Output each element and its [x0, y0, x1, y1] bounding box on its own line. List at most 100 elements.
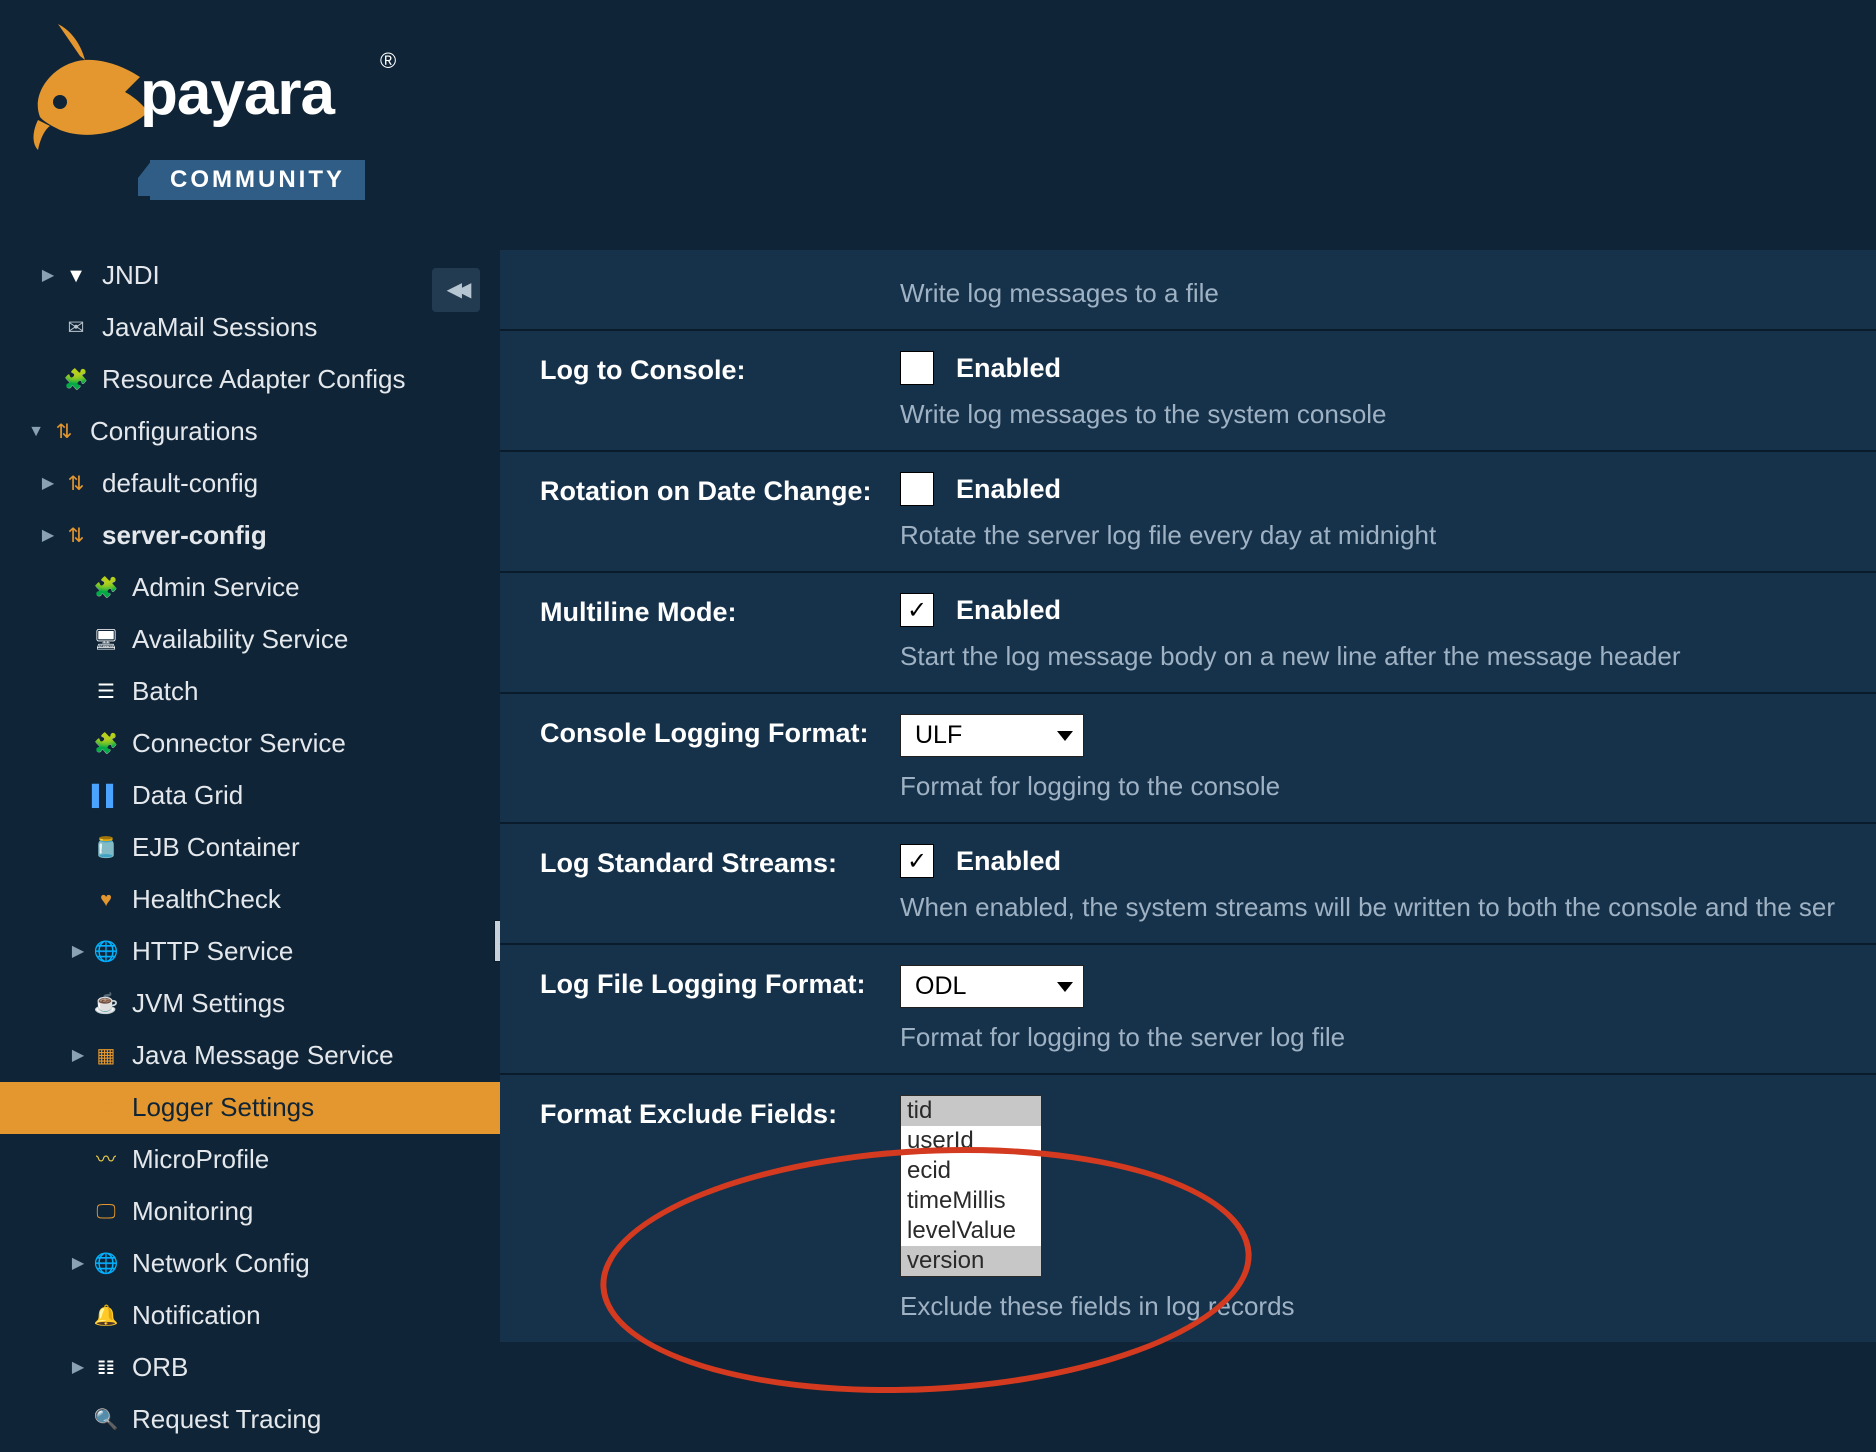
tree-collapsed-icon[interactable]: ▶ — [40, 266, 56, 285]
sidebar-item-jndi[interactable]: ▶▼JNDI — [0, 250, 500, 302]
chevron-double-left-icon: ◀◀ — [447, 278, 466, 302]
sidebar-item-jvm-settings[interactable]: ☕JVM Settings — [0, 978, 500, 1030]
exclude-option-timemillis[interactable]: timeMillis — [901, 1186, 1041, 1216]
setting-row-rotate: Rotation on Date Change:EnabledRotate th… — [500, 450, 1876, 571]
orb-icon: 𝌮 — [92, 1354, 120, 1382]
sidebar-item-configurations[interactable]: ▼⇅Configurations — [0, 406, 500, 458]
sidebar-item-availability-service[interactable]: 🖥Availability Service — [0, 614, 500, 666]
main-content: Write log messages to a fileLog to Conso… — [500, 250, 1876, 1452]
sidebar-item-label: JavaMail Sessions — [102, 312, 317, 343]
sidebar-item-server-config[interactable]: ▶⇅server-config — [0, 510, 500, 562]
sidebar-item-label: Availability Service — [132, 624, 348, 655]
setting-row-console: Log to Console: Enabled Write log messages… — [500, 329, 1876, 450]
funnel-icon: ▼ — [62, 262, 90, 290]
sidebar-item-label: EJB Container — [132, 832, 300, 863]
sidebar-item-connector-service[interactable]: 🧩Connector Service — [0, 718, 500, 770]
setting-row-logtofile: Write log messages to a file — [500, 250, 1876, 329]
sidebar-item-orb[interactable]: ▶𝌮ORB — [0, 1342, 500, 1394]
setting-control: EnabledRotate the server log file every … — [900, 472, 1876, 551]
filefmt-select[interactable]: ODL — [900, 965, 1084, 1008]
sidebar-item-http-service[interactable]: ▶🌐HTTP Service — [0, 926, 500, 978]
sidebar-item-batch[interactable]: ☰Batch — [0, 666, 500, 718]
setting-description: Write log messages to the system console — [900, 399, 1876, 430]
sidebar-item-data-grid[interactable]: ▌▌ Data Grid — [0, 770, 500, 822]
header: payara ® COMMUNITY — [0, 0, 1876, 250]
tree-collapsed-icon[interactable]: ▶ — [70, 1046, 86, 1065]
sidebar-item-network-config[interactable]: ▶ 🌐 Network Config — [0, 1238, 500, 1290]
sidebar-item-logger-settings[interactable]: ▤Logger Settings — [0, 1082, 500, 1134]
enabled-checkbox[interactable] — [900, 472, 934, 506]
brand-name: payara — [140, 58, 334, 129]
sidebar-collapse-button[interactable]: ◀◀ — [432, 268, 480, 312]
sidebar-item-label: Monitoring — [132, 1196, 253, 1227]
setting-control: ODLFormat for logging to the server log … — [900, 965, 1876, 1053]
jms-icon: ▦ — [92, 1042, 120, 1070]
setting-label — [540, 278, 900, 282]
sidebar-item-label: Resource Adapter Configs — [102, 364, 406, 395]
tree-collapsed-icon[interactable]: ▶ — [70, 1358, 86, 1377]
setting-control: ✓EnabledWhen enabled, the system streams… — [900, 844, 1876, 923]
setting-label: Log to Console: — [540, 351, 900, 386]
community-badge: COMMUNITY — [150, 160, 365, 200]
globe-icon: 🌐 — [92, 938, 120, 966]
payara-fish-icon — [30, 22, 150, 152]
tree-collapsed-icon[interactable]: ▶ — [40, 474, 56, 493]
sidebar-item-label: default-config — [102, 468, 258, 499]
tree-collapsed-icon[interactable]: ▶ — [70, 942, 86, 961]
microprofile-icon: 〰 — [92, 1146, 120, 1174]
enabled-label: Enabled — [956, 474, 1061, 505]
search-icon: 🔍 — [92, 1406, 120, 1434]
sidebar-item-label: Data Grid — [132, 780, 243, 811]
sidebar-item-javamail-sessions[interactable]: ✉ JavaMail Sessions — [0, 302, 500, 354]
sidebar-item-default-config[interactable]: ▶ ⇅ default-config — [0, 458, 500, 510]
enabled-label: Enabled — [956, 353, 1061, 384]
sidebar-item-label: MicroProfile — [132, 1144, 269, 1175]
sidebar-item-request-tracing[interactable]: 🔍Request Tracing — [0, 1394, 500, 1446]
sidebar-item-label: Network Config — [132, 1248, 310, 1279]
sidebar-item-monitoring[interactable]: 🖵Monitoring — [0, 1186, 500, 1238]
enabled-checkbox[interactable] — [900, 351, 934, 385]
sidebar-item-label: server-config — [102, 520, 267, 551]
mail-icon: ✉ — [62, 314, 90, 342]
setting-description: Start the log message body on a new line… — [900, 641, 1876, 672]
tree-collapsed-icon[interactable]: ▶ — [70, 1254, 86, 1273]
config-icon: ⇅ — [62, 470, 90, 498]
sidebar-item-resource-adapter-configs[interactable]: 🧩 Resource Adapter Configs — [0, 354, 500, 406]
registered-icon: ® — [380, 48, 396, 74]
setting-description: When enabled, the system streams will be… — [900, 892, 1876, 923]
sidebar-item-label: Batch — [132, 676, 199, 707]
enabled-checkbox[interactable]: ✓ — [900, 844, 934, 878]
confmt-select[interactable]: ULF — [900, 714, 1084, 757]
exclude-option-version[interactable]: version — [901, 1246, 1041, 1276]
exclude-fields-multiselect[interactable]: tiduserIdecidtimeMillislevelValueversion — [900, 1095, 1042, 1277]
sidebar-item-java-message-service[interactable]: ▶▦Java Message Service — [0, 1030, 500, 1082]
exclude-option-ecid[interactable]: ecid — [901, 1156, 1041, 1186]
sidebar: ◀◀ ▶▼JNDI✉JavaMail Sessions🧩Resource Ada… — [0, 250, 500, 1452]
sidebar-item-healthcheck[interactable]: ♥HealthCheck — [0, 874, 500, 926]
exclude-option-tid[interactable]: tid — [901, 1096, 1041, 1126]
brand-logo[interactable]: payara ® COMMUNITY — [30, 10, 430, 210]
bell-icon: 🔔 — [92, 1302, 120, 1330]
enabled-checkbox[interactable]: ✓ — [900, 593, 934, 627]
sidebar-item-ejb-container[interactable]: 🫙EJB Container — [0, 822, 500, 874]
setting-label: Rotation on Date Change: — [540, 472, 900, 507]
heart-icon: ♥ — [92, 886, 120, 914]
chevron-down-icon — [1057, 731, 1073, 741]
grid-icon: ▌▌ — [92, 782, 120, 810]
exclude-option-userid[interactable]: userId — [901, 1126, 1041, 1156]
exclude-option-levelvalue[interactable]: levelValue — [901, 1216, 1041, 1246]
setting-label: Log File Logging Format: — [540, 965, 900, 1000]
tree-collapsed-icon[interactable]: ▶ — [40, 526, 56, 545]
puzzle-icon: 🧩 — [62, 366, 90, 394]
setting-description: Exclude these fields in log records — [900, 1291, 1876, 1322]
sidebar-item-label: JVM Settings — [132, 988, 285, 1019]
sidebar-item-admin-service[interactable]: 🧩Admin Service — [0, 562, 500, 614]
sidebar-item-microprofile[interactable]: 〰 MicroProfile — [0, 1134, 500, 1186]
enabled-label: Enabled — [956, 595, 1061, 626]
tree-expanded-icon[interactable]: ▼ — [28, 422, 44, 441]
sidebar-item-label: Logger Settings — [132, 1092, 314, 1123]
sidebar-item-notification[interactable]: 🔔 Notification — [0, 1290, 500, 1342]
sidebar-item-label: Notification — [132, 1300, 261, 1331]
setting-control: tiduserIdecidtimeMillislevelValueversion… — [900, 1095, 1876, 1322]
globe-icon: 🌐 — [92, 1250, 120, 1278]
